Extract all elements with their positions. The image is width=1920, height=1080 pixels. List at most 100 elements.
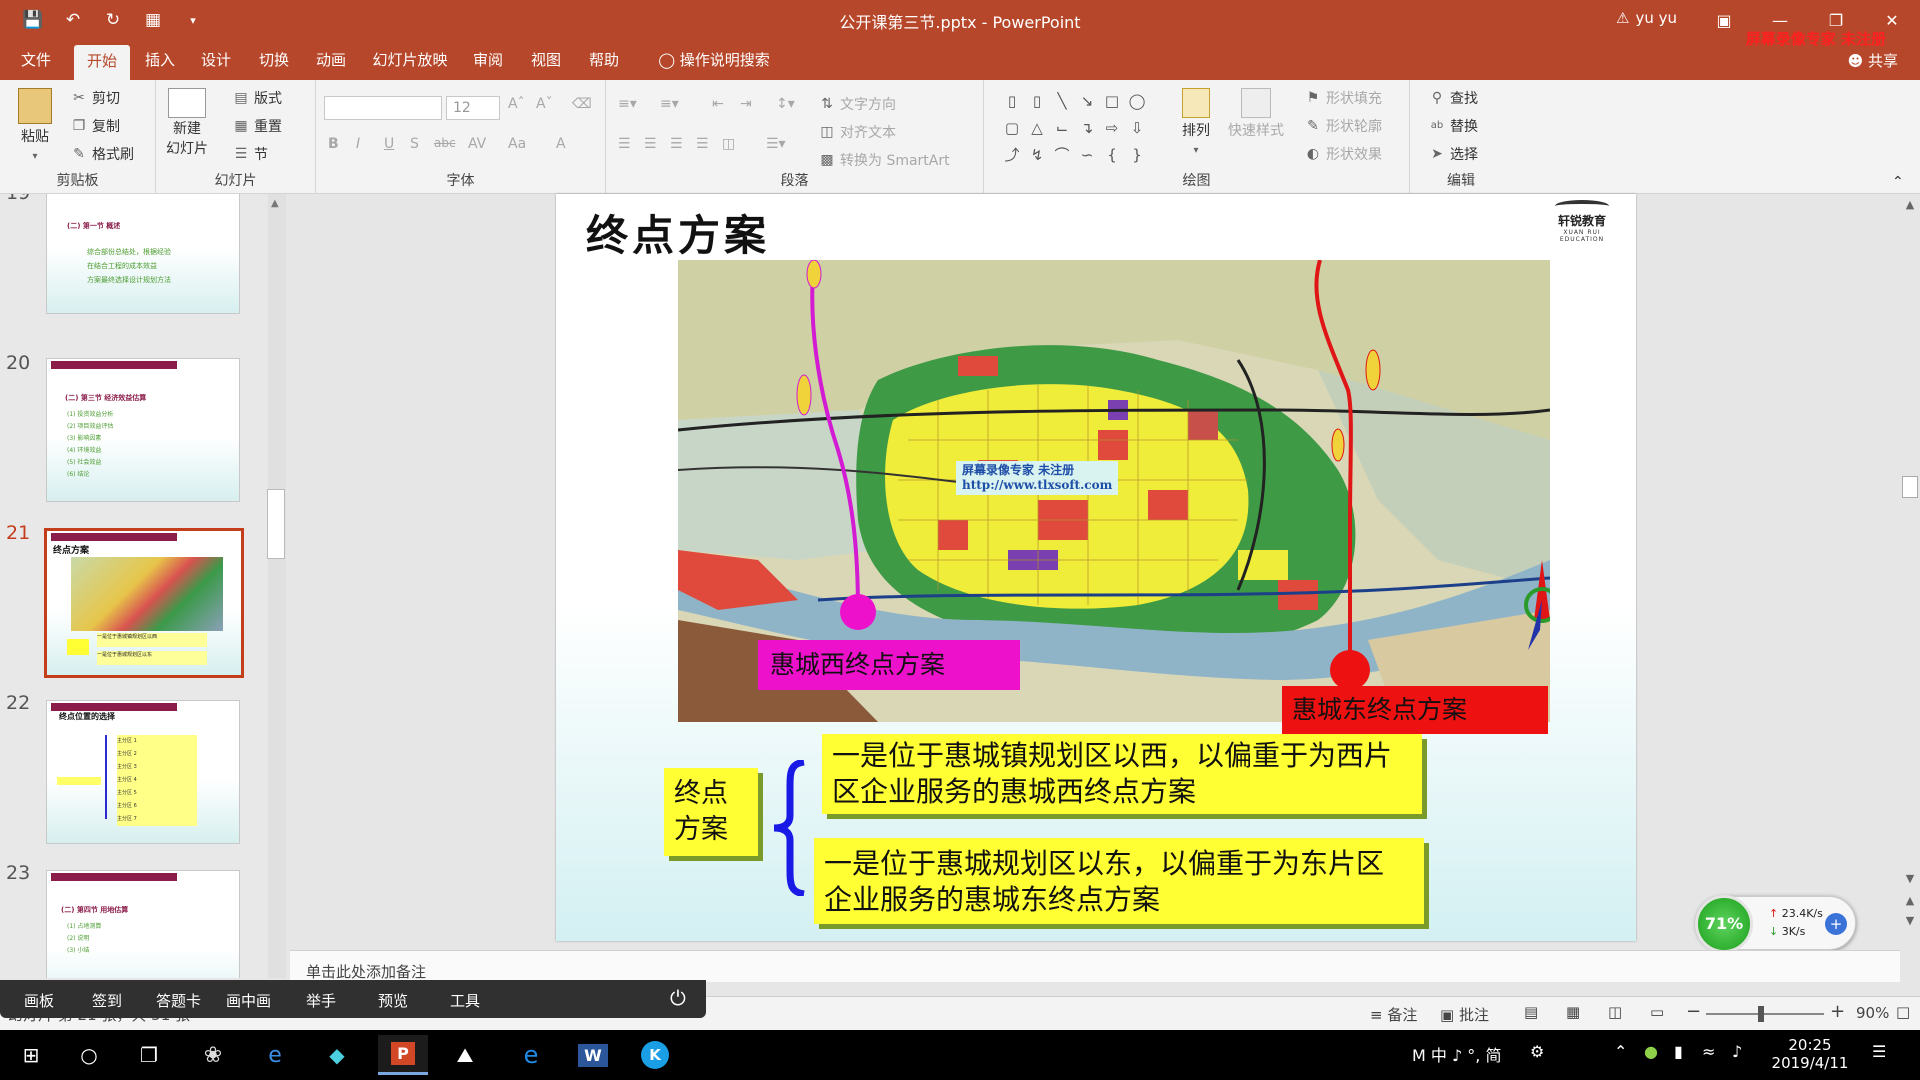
east-option-box[interactable]: 一是位于惠城规划区以东，以偏重于为东片区 企业服务的惠城东终点方案	[814, 838, 1424, 924]
align-text-button[interactable]: ◫ 对齐文本	[818, 122, 896, 142]
align-center-icon[interactable]: ☰	[644, 136, 657, 152]
bold-button[interactable]: B	[328, 136, 339, 152]
underline-button[interactable]: U	[384, 136, 394, 152]
tray-app-icon[interactable]: ●	[1644, 1042, 1658, 1061]
cortana-search-icon[interactable]: ○	[64, 1035, 114, 1075]
font-size-combo[interactable]: 12	[446, 96, 500, 120]
lightning-shape-icon[interactable]: ↯	[1025, 142, 1049, 168]
vertical-scroll-thumb[interactable]	[1902, 476, 1918, 498]
elbow-connector-shape-icon[interactable]: ⌙	[1050, 115, 1074, 141]
scroll-down-icon[interactable]: ▼	[1902, 872, 1918, 885]
app-diamond-icon[interactable]: ◆	[312, 1035, 362, 1075]
shrink-font-icon[interactable]: Aˇ	[536, 96, 553, 112]
elbow-arrow-shape-icon[interactable]: ↴	[1075, 115, 1099, 141]
slide-thumbnail-19[interactable]: (二) 第一节 概述 综合部份总结处，根据经验 在结合工程的成本效益 方案最终选…	[46, 194, 240, 314]
zoom-slider[interactable]	[1706, 1006, 1824, 1022]
tray-expand-icon[interactable]: ⌃	[1614, 1042, 1627, 1061]
shape-fill-button[interactable]: ⚑ 形状填充	[1304, 88, 1382, 108]
notes-pane[interactable]: 单击此处添加备注	[290, 950, 1900, 982]
arc-shape-icon[interactable]: ⌒	[1050, 142, 1074, 168]
shape-outline-button[interactable]: ✎ 形状轮廓	[1304, 116, 1382, 136]
tab-review[interactable]: 审阅	[462, 40, 514, 80]
align-left-icon[interactable]: ☰	[618, 136, 631, 152]
next-slide-icon[interactable]: ▼	[1902, 914, 1918, 927]
volume-icon[interactable]: ♪	[1732, 1042, 1742, 1061]
comments-button[interactable]: ▣ 批注	[1440, 1004, 1489, 1025]
font-name-combo[interactable]	[324, 96, 442, 120]
east-terminal-label[interactable]: 惠城东终点方案	[1282, 686, 1548, 734]
vertical-textbox-shape-icon[interactable]: ▯	[1025, 88, 1049, 114]
tool-whiteboard[interactable]: 画板	[24, 990, 54, 1011]
tab-design[interactable]: 设计	[190, 40, 242, 80]
scroll-up-icon[interactable]: ▲	[1902, 198, 1918, 211]
zoom-in-icon[interactable]: +	[1830, 1001, 1845, 1022]
normal-view-icon[interactable]: ▤	[1524, 1003, 1538, 1021]
task-view-icon[interactable]: ❐	[124, 1035, 174, 1075]
tab-transitions[interactable]: 切换	[248, 40, 300, 80]
ime-settings-icon[interactable]: ⚙	[1530, 1042, 1544, 1061]
power-icon[interactable]: ⏻	[670, 986, 686, 1010]
right-brace-shape-icon[interactable]: }	[1125, 142, 1149, 168]
tool-tools[interactable]: 工具	[450, 990, 480, 1011]
current-slide[interactable]: 终点方案 轩锐教育 XUAN RUI EDUCATION 屏幕录像专家 未注册 …	[556, 194, 1636, 941]
oval-shape-icon[interactable]: ◯	[1125, 88, 1149, 114]
widget-plus-icon[interactable]: +	[1825, 913, 1847, 935]
reading-view-icon[interactable]: ◫	[1608, 1003, 1622, 1021]
select-button[interactable]: ➤ 选择	[1428, 144, 1478, 164]
action-center-icon[interactable]: ☰	[1872, 1042, 1886, 1061]
tab-insert[interactable]: 插入	[134, 40, 186, 80]
zoom-out-icon[interactable]: −	[1686, 1001, 1701, 1022]
tab-animations[interactable]: 动画	[305, 40, 357, 80]
terminal-scheme-label-box[interactable]: 终点 方案	[664, 768, 758, 856]
scroll-up-icon[interactable]: ▲	[271, 198, 279, 209]
slide-sorter-icon[interactable]: ▦	[1566, 1003, 1580, 1021]
internet-explorer-icon[interactable]: e	[250, 1035, 300, 1075]
quick-styles-button[interactable]: 快速样式	[1228, 88, 1284, 140]
notes-toggle-button[interactable]: ≡ 备注	[1370, 1004, 1417, 1025]
tool-picture-in-picture[interactable]: 画中画	[226, 990, 271, 1011]
thumbnail-scroll-thumb[interactable]	[267, 489, 285, 559]
network-speed-widget[interactable]: 71% ↑ 23.4K/s ↓ 3K/s +	[1695, 895, 1856, 953]
new-slide-button[interactable]: 新建 幻灯片	[166, 88, 208, 158]
arrange-button[interactable]: 排列 ▾	[1182, 88, 1210, 160]
align-right-icon[interactable]: ☰	[670, 136, 683, 152]
paste-button[interactable]: 粘贴 ▾	[18, 88, 52, 166]
tool-answer-card[interactable]: 答题卡	[156, 990, 201, 1011]
slide-thumbnail-21[interactable]: 终点方案 一是位于惠城镇规划区以西 一是位于惠城规划区以东	[44, 528, 244, 678]
west-terminal-label[interactable]: 惠城西终点方案	[758, 640, 1020, 690]
find-button[interactable]: ⚲ 查找	[1428, 88, 1478, 108]
section-button[interactable]: ☰ 节	[232, 144, 268, 164]
font-color-button[interactable]: A	[556, 136, 566, 152]
tab-help[interactable]: 帮助	[578, 40, 630, 80]
triangle-shape-icon[interactable]: △	[1025, 115, 1049, 141]
collapse-ribbon-icon[interactable]: ⌃	[1892, 174, 1904, 190]
zoom-level[interactable]: 90%	[1856, 1004, 1889, 1022]
smartart-button[interactable]: ▩ 转换为 SmartArt	[818, 150, 949, 170]
bullets-icon[interactable]: ≡▾	[618, 96, 637, 112]
clock[interactable]: 20:25 2019/4/11	[1770, 1036, 1850, 1072]
previous-slide-icon[interactable]: ▲	[1902, 894, 1918, 907]
columns-icon[interactable]: ◫	[722, 136, 735, 152]
line-shape-icon[interactable]: ╲	[1050, 88, 1074, 114]
clear-format-icon[interactable]: ⌫	[572, 96, 592, 112]
right-arrow-shape-icon[interactable]: ⇨	[1100, 115, 1124, 141]
windows-start-icon[interactable]: ⊞	[6, 1035, 56, 1075]
copy-button[interactable]: ❐ 复制	[70, 116, 120, 136]
slide-title[interactable]: 终点方案	[586, 202, 770, 263]
west-option-box[interactable]: 一是位于惠城镇规划区以西，以偏重于为西片 区企业服务的惠城西终点方案	[822, 734, 1422, 814]
share-button[interactable]: ☻ 共享	[1848, 50, 1898, 71]
shape-effects-button[interactable]: ◐ 形状效果	[1304, 144, 1382, 164]
tool-raise-hand[interactable]: 举手	[306, 990, 336, 1011]
battery-icon[interactable]: ▮	[1674, 1042, 1683, 1061]
distributed-icon[interactable]: ☰▾	[766, 136, 786, 152]
tool-sign-in[interactable]: 签到	[92, 990, 122, 1011]
edge-browser-icon[interactable]: e	[506, 1035, 556, 1075]
tab-view[interactable]: 视图	[520, 40, 572, 80]
left-brace-shape-icon[interactable]: {	[1100, 142, 1124, 168]
ime-indicator[interactable]: M 中 ♪ °, 简	[1412, 1042, 1501, 1066]
text-direction-button[interactable]: ⇅ 文字方向	[818, 94, 896, 114]
replace-button[interactable]: ab 替换	[1428, 116, 1478, 136]
cut-button[interactable]: ✂ 剪切	[70, 88, 120, 108]
shapes-gallery[interactable]: ▯ ▯ ╲ ↘ □ ◯ ▢ △ ⌙ ↴ ⇨ ⇩ ⤴ ↯ ⌒ ∽ { }	[1000, 88, 1150, 170]
line-spacing-icon[interactable]: ↕▾	[776, 96, 795, 112]
